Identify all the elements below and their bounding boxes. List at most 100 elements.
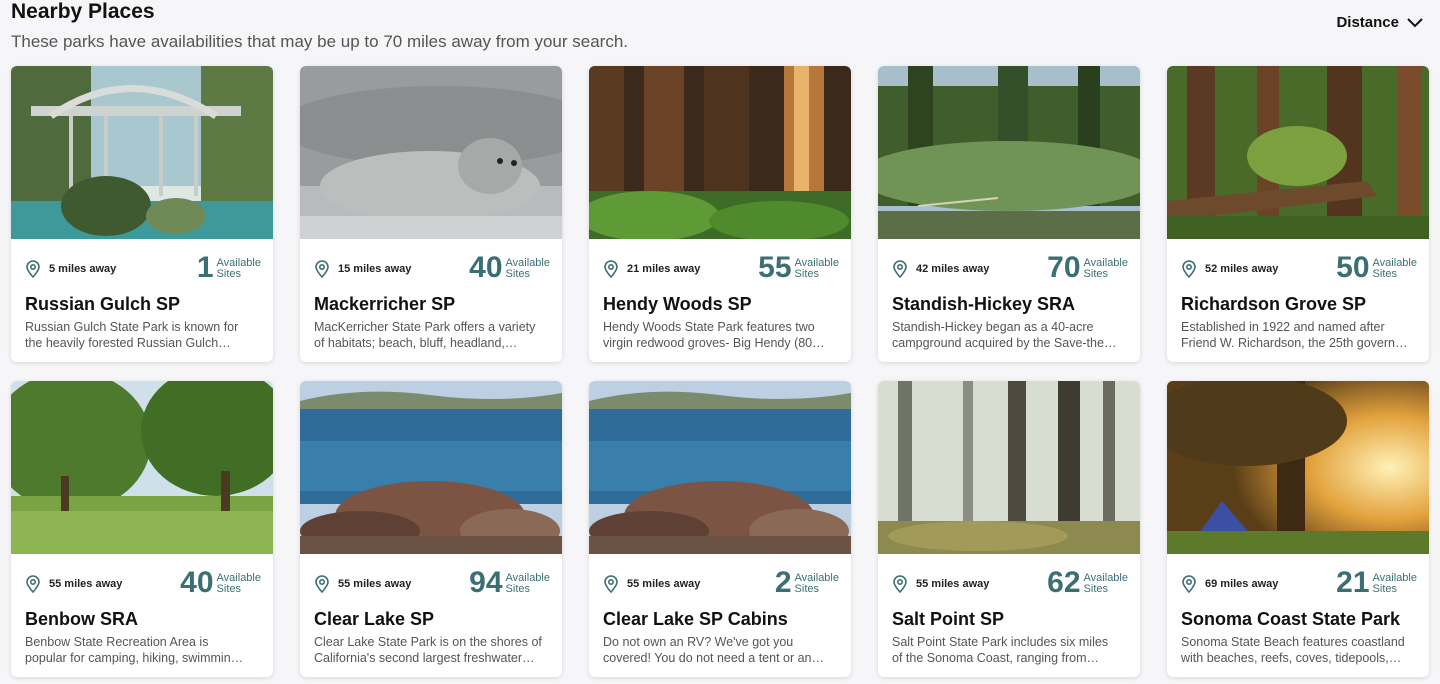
place-photo bbox=[1167, 381, 1429, 554]
place-photo bbox=[878, 381, 1140, 554]
map-pin-icon bbox=[1182, 575, 1196, 593]
place-meta: 55 miles away 2 Available Sites bbox=[603, 568, 839, 600]
place-name[interactable]: Sonoma Coast State Park bbox=[1181, 609, 1417, 630]
available-sites-label: Available Sites bbox=[216, 572, 261, 595]
place-photo bbox=[589, 381, 851, 554]
distance: 5 miles away bbox=[25, 260, 116, 278]
place-photo bbox=[589, 66, 851, 239]
available-sites: 2 Available Sites bbox=[775, 568, 839, 598]
place-photo bbox=[11, 381, 273, 554]
available-sites: 1 Available Sites bbox=[197, 253, 261, 283]
place-name[interactable]: Clear Lake SP Cabins bbox=[603, 609, 839, 630]
place-name[interactable]: Clear Lake SP bbox=[314, 609, 550, 630]
map-pin-icon bbox=[315, 575, 329, 593]
map-pin-icon bbox=[26, 575, 40, 593]
available-sites-label: Available Sites bbox=[216, 257, 261, 280]
map-pin-icon bbox=[893, 260, 907, 278]
available-sites: 94 Available Sites bbox=[469, 568, 550, 598]
distance-text: 21 miles away bbox=[627, 263, 701, 275]
available-sites-count: 55 bbox=[758, 251, 792, 284]
available-sites-label: Available Sites bbox=[794, 257, 839, 280]
map-pin-icon bbox=[1182, 260, 1196, 278]
distance: 52 miles away bbox=[1181, 260, 1278, 278]
place-card[interactable]: 42 miles away 70 Available Sites Standis… bbox=[878, 66, 1140, 362]
map-pin-icon bbox=[604, 575, 618, 593]
place-name[interactable]: Salt Point SP bbox=[892, 609, 1128, 630]
place-meta: 52 miles away 50 Available Sites bbox=[1181, 251, 1417, 285]
place-meta: 55 miles away 62 Available Sites bbox=[892, 568, 1128, 600]
distance: 15 miles away bbox=[314, 260, 411, 278]
map-pin-icon bbox=[315, 260, 329, 278]
available-sites-count: 2 bbox=[774, 566, 792, 599]
place-description: Clear Lake State Park is on the shores o… bbox=[314, 635, 542, 665]
available-sites: 40 Available Sites bbox=[469, 253, 550, 283]
available-sites-count: 40 bbox=[469, 251, 503, 284]
distance: 69 miles away bbox=[1181, 575, 1278, 593]
place-name[interactable]: Russian Gulch SP bbox=[25, 294, 261, 315]
section-header: Nearby Places These parks have availabil… bbox=[11, 0, 1429, 56]
available-sites: 70 Available Sites bbox=[1047, 253, 1128, 283]
distance: 21 miles away bbox=[603, 260, 700, 278]
distance: 55 miles away bbox=[892, 575, 989, 593]
available-sites-label: Available Sites bbox=[505, 572, 550, 595]
available-sites: 55 Available Sites bbox=[758, 253, 839, 283]
map-pin-icon bbox=[893, 575, 907, 593]
distance-text: 55 miles away bbox=[49, 578, 123, 590]
distance-text: 15 miles away bbox=[338, 263, 412, 275]
place-card[interactable]: 69 miles away 21 Available Sites Sonoma … bbox=[1167, 381, 1429, 677]
distance-text: 69 miles away bbox=[1205, 578, 1279, 590]
page-title: Nearby Places bbox=[11, 0, 155, 23]
available-sites-label: Available Sites bbox=[1372, 572, 1417, 595]
place-meta: 42 miles away 70 Available Sites bbox=[892, 253, 1128, 285]
place-name[interactable]: Standish-Hickey SRA bbox=[892, 294, 1128, 315]
place-name[interactable]: Mackerricher SP bbox=[314, 294, 550, 315]
places-grid: 5 miles away 1 Available Sites Russian G… bbox=[11, 66, 1429, 677]
place-card[interactable]: 5 miles away 1 Available Sites Russian G… bbox=[11, 66, 273, 362]
place-name[interactable]: Hendy Woods SP bbox=[603, 294, 839, 315]
sort-dropdown[interactable]: Distance bbox=[1336, 14, 1423, 31]
available-sites-count: 94 bbox=[469, 566, 503, 599]
place-card[interactable]: 55 miles away 62 Available Sites Salt Po… bbox=[878, 381, 1140, 677]
available-sites: 62 Available Sites bbox=[1047, 568, 1128, 598]
place-description: MacKerricher State Park offers a variety… bbox=[314, 320, 536, 350]
available-sites-label: Available Sites bbox=[1372, 257, 1417, 280]
place-meta: 21 miles away 55 Available Sites bbox=[603, 253, 839, 285]
place-photo bbox=[1167, 66, 1429, 239]
place-description: Russian Gulch State Park is known for th… bbox=[25, 320, 239, 350]
available-sites-label: Available Sites bbox=[1083, 257, 1128, 280]
place-description: Hendy Woods State Park features two virg… bbox=[603, 320, 825, 350]
available-sites-label: Available Sites bbox=[1083, 572, 1128, 595]
distance: 42 miles away bbox=[892, 260, 989, 278]
distance: 55 miles away bbox=[314, 575, 411, 593]
available-sites-count: 21 bbox=[1336, 566, 1370, 599]
available-sites-count: 62 bbox=[1047, 566, 1081, 599]
distance: 55 miles away bbox=[603, 575, 700, 593]
place-meta: 5 miles away 1 Available Sites bbox=[25, 253, 261, 285]
sort-label: Distance bbox=[1336, 14, 1399, 31]
distance-text: 5 miles away bbox=[49, 263, 117, 275]
place-description: Sonoma State Beach features coastland wi… bbox=[1181, 635, 1405, 665]
place-photo bbox=[300, 381, 562, 554]
distance-text: 55 miles away bbox=[627, 578, 701, 590]
place-card[interactable]: 55 miles away 94 Available Sites Clear L… bbox=[300, 381, 562, 677]
place-name[interactable]: Richardson Grove SP bbox=[1181, 294, 1417, 315]
place-card[interactable]: 55 miles away 2 Available Sites Clear La… bbox=[589, 381, 851, 677]
place-card[interactable]: 21 miles away 55 Available Sites Hendy W… bbox=[589, 66, 851, 362]
place-card[interactable]: 15 miles away 40 Available Sites Mackerr… bbox=[300, 66, 562, 362]
place-name[interactable]: Benbow SRA bbox=[25, 609, 261, 630]
available-sites: 21 Available Sites bbox=[1336, 568, 1417, 598]
available-sites-label: Available Sites bbox=[794, 572, 839, 595]
place-photo bbox=[300, 66, 562, 239]
distance-text: 55 miles away bbox=[338, 578, 412, 590]
distance-text: 52 miles away bbox=[1205, 263, 1279, 275]
place-description: Benbow State Recreation Area is popular … bbox=[25, 635, 244, 665]
distance-text: 55 miles away bbox=[916, 578, 990, 590]
available-sites-count: 40 bbox=[180, 566, 214, 599]
map-pin-icon bbox=[26, 260, 40, 278]
page-subtitle: These parks have availabilities that may… bbox=[11, 32, 629, 51]
place-card[interactable]: 55 miles away 40 Available Sites Benbow … bbox=[11, 381, 273, 677]
available-sites-count: 50 bbox=[1336, 251, 1370, 284]
place-meta: 55 miles away 94 Available Sites bbox=[314, 568, 550, 600]
place-card[interactable]: 52 miles away 50 Available Sites Richard… bbox=[1167, 66, 1429, 362]
place-description: Salt Point State Park includes six miles… bbox=[892, 635, 1109, 665]
